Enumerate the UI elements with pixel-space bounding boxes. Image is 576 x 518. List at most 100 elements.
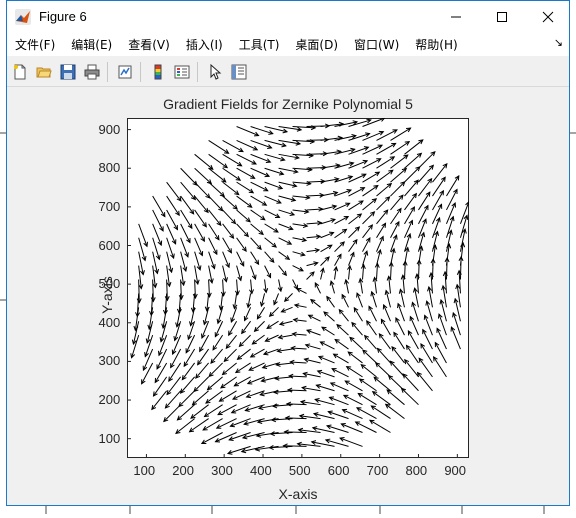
field-arrow: [307, 314, 321, 322]
field-arrow: [287, 373, 307, 379]
field-arrow: [348, 187, 366, 197]
field-arrow: [389, 360, 405, 378]
pointer-icon: [210, 63, 222, 80]
field-arrow: [249, 279, 255, 295]
maximize-icon: [497, 11, 507, 22]
folder-open-icon: [36, 67, 52, 77]
x-tick-label: 600: [327, 463, 350, 478]
field-arrow: [290, 345, 307, 351]
field-arrow: [208, 223, 220, 241]
field-arrow: [336, 323, 349, 336]
field-arrow: [390, 220, 400, 239]
print-button[interactable]: [81, 61, 103, 83]
menu-edit[interactable]: 编辑(E): [63, 36, 120, 53]
menu-help[interactable]: 帮助(H): [407, 36, 465, 53]
field-arrow: [292, 223, 309, 229]
minimize-icon: [451, 16, 461, 17]
field-arrow: [405, 344, 419, 364]
open-file-button[interactable]: [33, 61, 55, 83]
y-tick-label: 100: [98, 430, 121, 446]
field-arrow: [362, 118, 386, 127]
field-arrow: [316, 369, 335, 378]
quiver-plot: [127, 118, 469, 458]
field-arrow: [280, 306, 293, 313]
field-arrow: [292, 251, 306, 257]
title-bar[interactable]: Figure 6: [7, 1, 569, 32]
field-arrow: [321, 326, 335, 336]
field-arrow: [366, 320, 377, 336]
field-arrow: [334, 202, 351, 211]
menu-file[interactable]: 文件(F): [7, 36, 63, 53]
close-button[interactable]: [525, 1, 571, 32]
field-arrow: [180, 209, 193, 230]
field-arrow: [386, 389, 405, 406]
field-arrow: [374, 262, 380, 280]
field-arrow: [194, 181, 211, 199]
field-arrow: [236, 265, 243, 282]
menu-tools[interactable]: 工具(T): [231, 36, 288, 53]
field-arrow: [362, 250, 369, 266]
field-arrow: [264, 209, 281, 218]
menu-desktop[interactable]: 桌面(D): [287, 36, 346, 53]
field-arrow: [320, 244, 333, 253]
field-arrow: [393, 331, 405, 350]
save-button[interactable]: [57, 61, 79, 83]
field-arrow: [223, 348, 237, 363]
field-arrow: [292, 265, 304, 272]
field-arrow: [236, 195, 253, 208]
field-arrow: [263, 279, 269, 294]
field-arrow: [404, 166, 421, 183]
field-arrow: [278, 320, 293, 326]
insert-legend-button[interactable]: [171, 61, 193, 83]
field-arrow: [222, 265, 228, 283]
menu-window[interactable]: 窗口(W): [346, 36, 407, 53]
menu-overflow-icon[interactable]: ↘: [554, 36, 563, 49]
x-tick-label: 500: [288, 463, 311, 478]
field-arrow: [194, 153, 214, 170]
menu-view[interactable]: 查看(V): [120, 36, 178, 53]
field-arrow: [208, 209, 222, 227]
field-arrow: [236, 251, 245, 267]
field-arrow: [407, 330, 419, 350]
field-arrow: [376, 196, 391, 211]
field-arrow: [262, 348, 279, 356]
field-arrow: [208, 167, 227, 183]
field-arrow: [234, 279, 240, 296]
insert-colorbar-button[interactable]: [147, 61, 169, 83]
field-arrow: [334, 253, 342, 266]
field-arrow: [320, 190, 339, 197]
field-arrow: [400, 387, 419, 406]
edit-plot-button[interactable]: [204, 61, 226, 83]
field-arrow: [222, 209, 237, 225]
x-tick-label: 800: [405, 463, 428, 478]
x-tick-label: 200: [172, 463, 194, 478]
property-inspector-button[interactable]: [228, 61, 250, 83]
field-arrow: [208, 251, 216, 270]
field-arrow: [291, 331, 307, 337]
chart-title: Gradient Fields for Zernike Polynomial 5: [163, 96, 413, 112]
field-arrow: [248, 362, 265, 371]
field-arrow: [218, 293, 224, 311]
toolbar-separator: [197, 61, 198, 82]
new-figure-button[interactable]: [9, 61, 31, 83]
field-arrow: [315, 383, 335, 392]
field-arrow: [402, 373, 419, 392]
field-arrow: [376, 182, 393, 197]
field-arrow: [292, 237, 308, 243]
field-arrow: [304, 343, 321, 350]
field-arrow: [246, 293, 252, 309]
field-arrow: [180, 265, 186, 287]
menu-insert[interactable]: 插入(I): [178, 36, 231, 53]
field-arrow: [238, 334, 251, 348]
maximize-button[interactable]: [479, 1, 525, 32]
printer-icon: [84, 64, 100, 79]
field-arrow: [334, 338, 349, 350]
field-arrow: [232, 293, 238, 310]
field-arrow: [250, 195, 268, 206]
field-arrow: [206, 279, 212, 299]
field-arrow: [250, 237, 262, 251]
minimize-button[interactable]: [433, 1, 479, 32]
figure-canvas[interactable]: Gradient Fields for Zernike Polynomial 5…: [7, 87, 569, 505]
field-arrow: [334, 228, 348, 239]
link-plot-button[interactable]: [114, 61, 136, 83]
